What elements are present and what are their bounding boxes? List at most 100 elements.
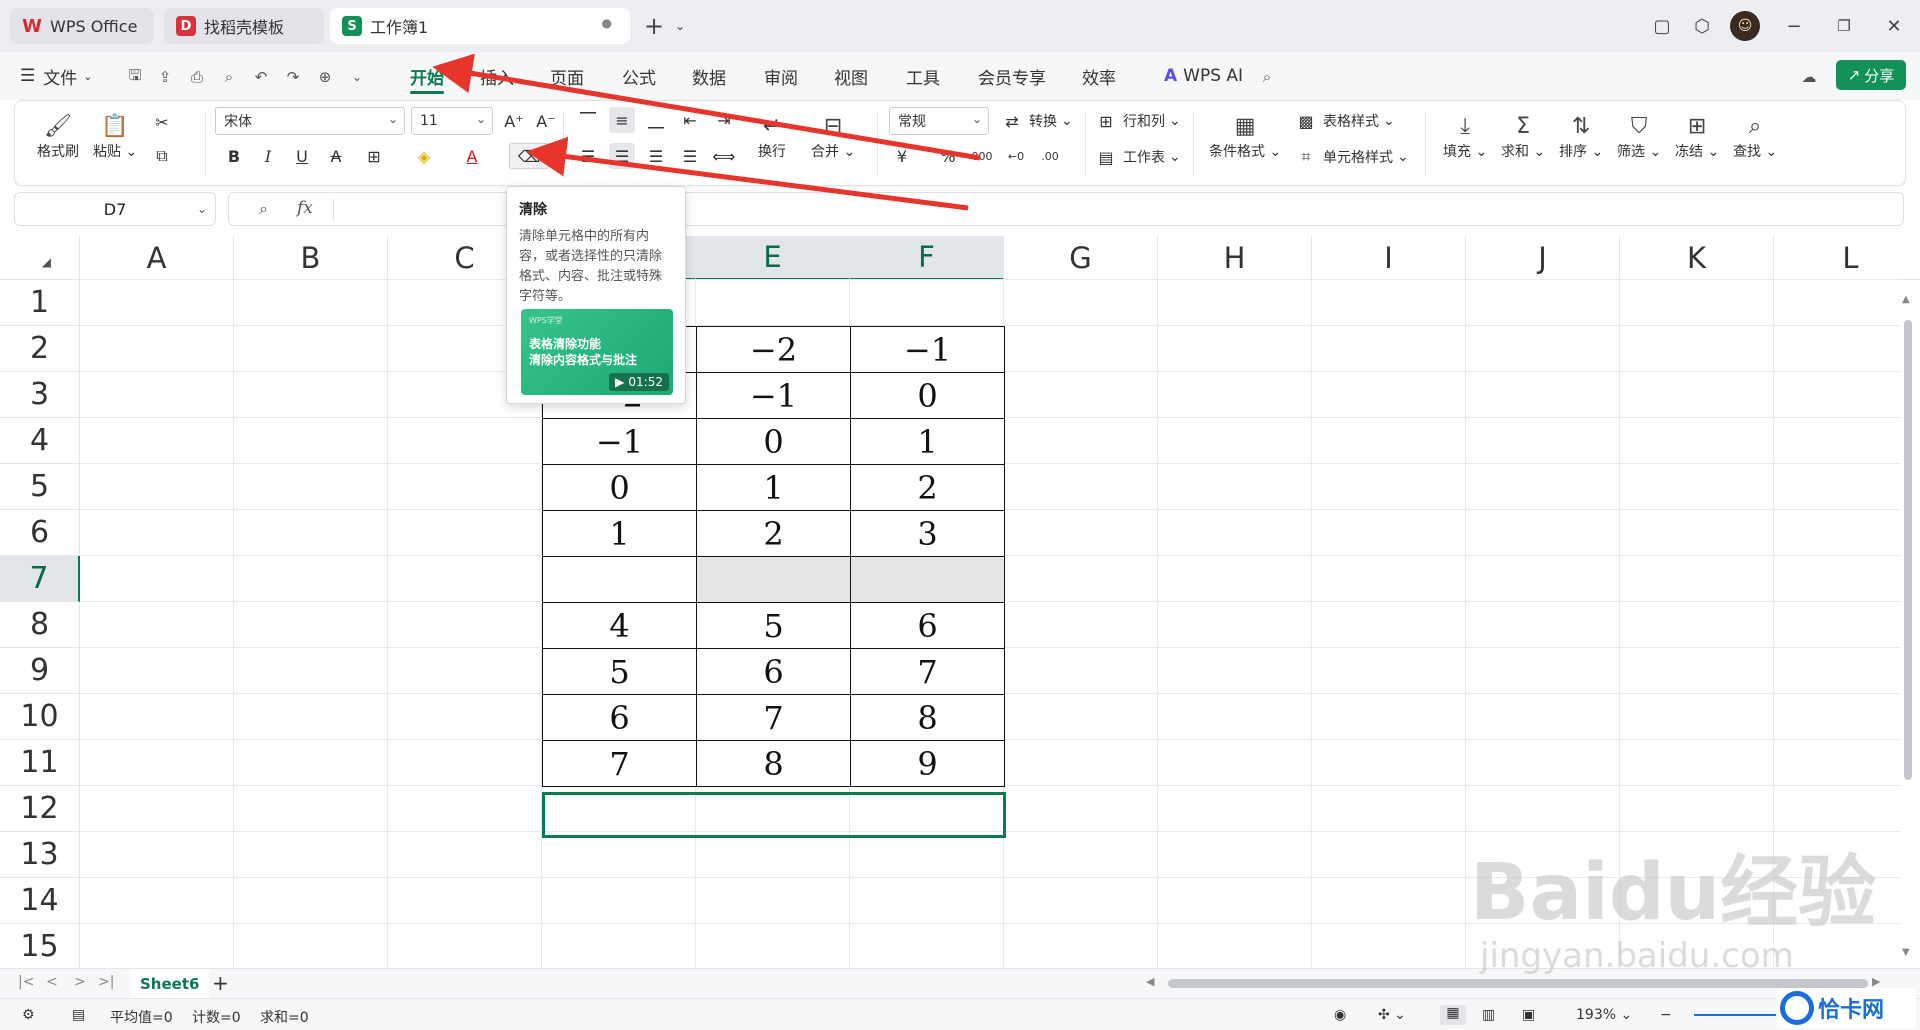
table-cell[interactable]: 6 [850, 602, 1005, 649]
merge-button[interactable]: ⊟ 合并 ⌄ [811, 111, 855, 161]
menu-tools[interactable]: 工具 [906, 62, 940, 90]
print-preview-icon[interactable]: ⌕ [218, 66, 240, 88]
italic-icon[interactable]: I [255, 143, 281, 169]
decimal-decrease-icon[interactable]: .00 [1037, 143, 1063, 169]
page-break-icon[interactable]: ▣ [1522, 1007, 1535, 1023]
indent-increase-icon[interactable]: ⇥ [711, 107, 737, 133]
copy-icon[interactable]: ⧉ [149, 143, 175, 169]
scroll-down-icon[interactable]: ▼ [1902, 947, 1910, 958]
scroll-up-icon[interactable]: ▲ [1902, 294, 1910, 305]
fx-icon[interactable]: fx [297, 198, 313, 218]
align-middle-icon[interactable]: ≡ [609, 107, 635, 133]
font-color-icon[interactable]: A [459, 143, 485, 169]
convert-button[interactable]: ⇄ 转换 ⌄ [999, 107, 1072, 135]
zoom-slider[interactable] [1694, 1014, 1784, 1016]
table-cell[interactable]: 1 [696, 464, 851, 511]
table-cell[interactable]: 3 [850, 510, 1005, 557]
align-center-icon[interactable]: ☰ [609, 143, 635, 169]
print-icon[interactable]: ⎙ [186, 66, 208, 88]
save-icon[interactable]: 🖫 [124, 66, 146, 88]
menu-insert[interactable]: 插入 [480, 62, 514, 90]
filter-button[interactable]: ⛉ 筛选 ⌄ [1617, 111, 1661, 161]
redo-icon[interactable]: ↷ [282, 66, 304, 88]
menu-review[interactable]: 审阅 [764, 62, 798, 90]
cube-icon[interactable]: ⬡ [1688, 12, 1716, 40]
eye-protection-icon[interactable]: ◉ [1334, 1007, 1346, 1023]
table-cell[interactable]: −1 [696, 372, 851, 419]
distribute-icon[interactable]: ⟺ [711, 143, 737, 169]
name-box[interactable]: D7 ⌄ [14, 192, 216, 226]
share-button[interactable]: ↗ 分享 [1836, 60, 1906, 90]
row-header-5[interactable]: 5 [0, 464, 80, 510]
format-painter-button[interactable]: 🖌 格式刷 [37, 111, 79, 161]
column-header-g[interactable]: G [1004, 236, 1158, 280]
table-cell[interactable] [542, 556, 697, 603]
table-cell[interactable]: 5 [696, 602, 851, 649]
zoom-level[interactable]: 193% ⌄ [1576, 1007, 1632, 1023]
column-header-a[interactable]: A [80, 236, 234, 280]
macro-icon[interactable]: ⚙ [22, 1007, 35, 1023]
table-cell[interactable]: 1 [542, 510, 697, 557]
tablet-mode-icon[interactable]: ▢ [1648, 12, 1676, 40]
table-cell[interactable]: 0 [850, 372, 1005, 419]
row-header-7[interactable]: 7 [0, 556, 80, 602]
tab-list-dropdown-icon[interactable]: ⌄ [666, 12, 694, 40]
prev-sheet-icon[interactable]: < [46, 974, 58, 990]
fill-color-icon[interactable]: ◈ [411, 143, 437, 169]
sheet-list-icon[interactable]: ▤ [72, 1007, 85, 1023]
search-icon[interactable]: ⌕ [1256, 66, 1278, 88]
freeze-button[interactable]: ⊞ 冻结 ⌄ [1675, 111, 1719, 161]
column-header-i[interactable]: I [1312, 236, 1466, 280]
justify-icon[interactable]: ☰ [677, 143, 703, 169]
minimize-icon[interactable]: − [1780, 12, 1808, 40]
vertical-scroll-thumb[interactable] [1904, 320, 1912, 780]
paste-button[interactable]: 📋 粘贴 ⌄ [93, 111, 137, 161]
bold-icon[interactable]: B [221, 143, 247, 169]
avatar[interactable]: ☺ [1730, 11, 1760, 41]
row-header-13[interactable]: 13 [0, 832, 80, 878]
new-tab-button[interactable]: + [640, 12, 668, 40]
select-all-corner[interactable]: ◢ [0, 236, 80, 280]
table-style-button[interactable]: ▩ 表格样式 ⌄ [1293, 107, 1394, 135]
row-header-12[interactable]: 12 [0, 786, 80, 832]
underline-icon[interactable]: U [289, 143, 315, 169]
number-format-select[interactable]: 常规 ⌄ [889, 107, 989, 135]
horizontal-scroll-thumb[interactable] [1168, 979, 1868, 988]
row-header-1[interactable]: 1 [0, 280, 80, 326]
restore-icon[interactable]: ❐ [1830, 12, 1858, 40]
row-header-15[interactable]: 15 [0, 924, 80, 968]
thousands-button[interactable]: 000 [969, 143, 995, 169]
table-cell[interactable]: 2 [696, 510, 851, 557]
table-cell[interactable]: 7 [542, 740, 697, 787]
column-header-j[interactable]: J [1466, 236, 1620, 280]
table-cell[interactable]: 4 [542, 602, 697, 649]
vertical-scrollbar[interactable]: ▲ ▼ [1900, 280, 1914, 960]
align-left-icon[interactable]: ☰ [575, 143, 601, 169]
row-header-2[interactable]: 2 [0, 326, 80, 372]
cell-style-button[interactable]: ⌗ 单元格样式 ⌄ [1293, 143, 1408, 171]
worksheet-button[interactable]: ▤ 工作表 ⌄ [1093, 143, 1180, 171]
table-cell[interactable]: −2 [696, 326, 851, 373]
row-header-6[interactable]: 6 [0, 510, 80, 556]
tab-wps-office[interactable]: W WPS Office [10, 8, 154, 44]
scroll-left-icon[interactable]: ◀ [1146, 975, 1154, 988]
cut-icon[interactable]: ✂ [149, 109, 175, 135]
undo-icon[interactable]: ↶ [250, 66, 272, 88]
align-right-icon[interactable]: ☰ [643, 143, 669, 169]
table-cell[interactable]: 9 [850, 740, 1005, 787]
normal-view-icon[interactable]: ▦ [1440, 1005, 1466, 1025]
row-header-11[interactable]: 11 [0, 740, 80, 786]
menu-data[interactable]: 数据 [692, 62, 726, 90]
zoom-formula-icon[interactable]: ⌕ [259, 199, 268, 219]
zoom-out-icon[interactable]: − [1660, 1007, 1672, 1023]
align-bottom-icon[interactable]: ⎽ [643, 107, 669, 133]
quick-access-more-icon[interactable]: ⌄ [346, 66, 368, 88]
row-header-8[interactable]: 8 [0, 602, 80, 648]
column-header-e[interactable]: E [696, 236, 850, 280]
column-header-l[interactable]: L [1774, 236, 1920, 280]
last-sheet-icon[interactable]: >| [98, 974, 114, 990]
find-button[interactable]: ⌕ 查找 ⌄ [1733, 111, 1777, 161]
conditional-format-button[interactable]: ▦ 条件格式 ⌄ [1209, 111, 1281, 161]
table-cell[interactable]: 7 [696, 694, 851, 741]
indent-decrease-icon[interactable]: ⇤ [677, 107, 703, 133]
